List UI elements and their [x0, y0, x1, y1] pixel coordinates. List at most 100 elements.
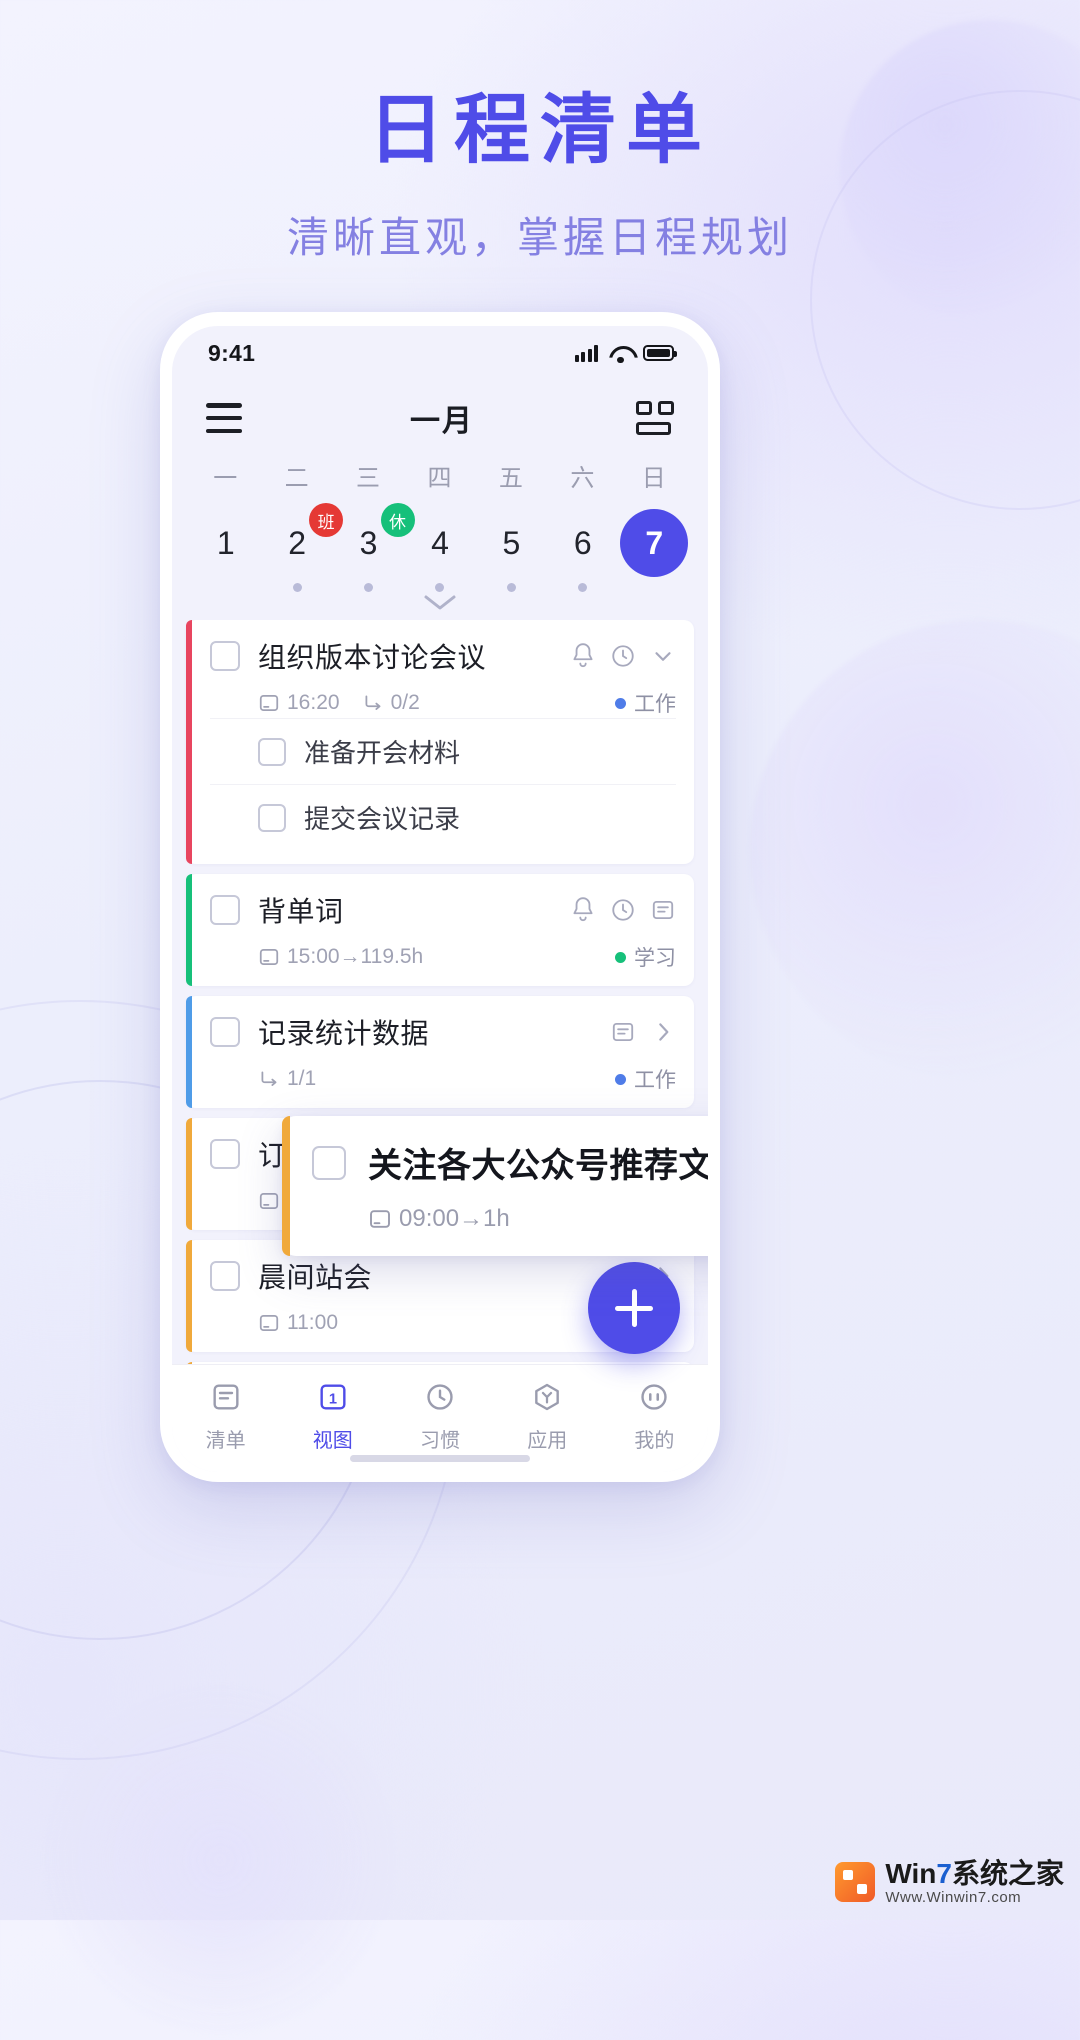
task-item[interactable]: 背单词 15:00→119.5h 学习 — [186, 874, 694, 986]
task-action-icons — [610, 1019, 676, 1045]
weekday-number-wrap: 1 — [190, 507, 261, 579]
day-event-dot — [506, 583, 516, 592]
watermark-url: Www.Winwin7.com — [885, 1888, 1022, 1906]
day-event-dot — [435, 583, 445, 592]
chevron-down-icon[interactable] — [650, 643, 676, 669]
task-checkbox[interactable] — [210, 1017, 240, 1047]
signal-icon — [574, 344, 598, 362]
weekday-number-wrap: 2班 — [261, 503, 344, 579]
day-badge-rest: 休 — [380, 503, 415, 537]
week-day-1[interactable]: 一 1 — [190, 458, 261, 592]
repeat-icon[interactable] — [610, 643, 636, 669]
task-checkbox[interactable] — [210, 641, 240, 671]
task-time: 16:20 — [258, 691, 340, 715]
tab-应用[interactable]: 应用 — [494, 1378, 601, 1453]
bell-icon[interactable] — [570, 642, 596, 670]
subtask-checkbox[interactable] — [258, 737, 286, 766]
tag-color-dot — [615, 1073, 626, 1085]
week-day-4[interactable]: 四 4 — [404, 458, 475, 592]
task-checkbox[interactable] — [312, 1145, 346, 1180]
note-icon[interactable] — [650, 897, 676, 923]
promo-header: 日程清单 清晰直观，掌握日程规划 — [0, 86, 1080, 265]
task-checkbox[interactable] — [210, 1261, 240, 1291]
task-title: 记录统计数据 — [258, 1018, 430, 1049]
status-time: 9:41 — [208, 339, 256, 366]
weekday-number-wrap: 4 — [404, 507, 475, 579]
week-day-6[interactable]: 六 6 — [547, 458, 618, 592]
task-progress: 0/2 — [362, 691, 420, 715]
weekday-label: 一 — [213, 465, 239, 492]
tab-label: 清单 — [205, 1430, 246, 1452]
task-item[interactable]: 记录统计数据 1/1 工作 — [186, 996, 694, 1108]
highlighted-task-meta: 09:00→1h 生活 — [312, 1201, 708, 1236]
task-tag: 工作 — [615, 688, 676, 718]
profile-icon — [638, 1378, 670, 1416]
week-day-2[interactable]: 二 2班 — [261, 458, 344, 592]
tag-color-dot — [615, 697, 626, 709]
note-icon[interactable] — [610, 1019, 636, 1045]
add-task-button[interactable] — [588, 1262, 680, 1354]
week-day-5[interactable]: 五 5 — [476, 458, 547, 592]
bell-icon[interactable] — [570, 896, 596, 924]
tab-label: 视图 — [312, 1430, 353, 1452]
promo-headline: 日程清单 — [368, 88, 712, 173]
expand-calendar-icon[interactable] — [190, 592, 690, 620]
task-title: 组织版本讨论会议 — [258, 642, 487, 673]
task-time: 15:00→119.5h — [258, 945, 423, 969]
chevron-right-icon[interactable] — [650, 1019, 676, 1045]
weekday-number: 3 — [359, 524, 378, 561]
promo-subheadline: 清晰直观，掌握日程规划 — [286, 213, 793, 261]
watermark-text: Win7系统之家 Www.Winwin7.com — [885, 1858, 1064, 1906]
task-progress: 1/1 — [258, 1067, 316, 1091]
week-day-7[interactable]: 日 7 — [619, 458, 690, 592]
tag-color-dot — [615, 951, 626, 963]
repeat-icon[interactable] — [610, 897, 636, 923]
tab-label: 应用 — [527, 1430, 568, 1452]
task-action-icons — [570, 642, 676, 670]
task-tag: 工作 — [615, 1064, 676, 1094]
subtask-item[interactable]: 提交会议记录 — [210, 784, 676, 850]
highlighted-task-card[interactable]: 关注各大公众号推荐文章 09:00→1h 生活 — [282, 1116, 708, 1256]
task-meta: 16:20 0/2 工作 — [210, 688, 676, 718]
apps-icon — [531, 1378, 563, 1416]
calendar-day-icon: 1 — [317, 1378, 349, 1416]
task-time-text: 11:00 — [287, 1311, 338, 1334]
week-day-3[interactable]: 三 3休 — [333, 458, 415, 592]
tab-视图[interactable]: 1 视图 — [279, 1378, 386, 1453]
task-time: 11:00 — [258, 1311, 338, 1335]
battery-icon — [643, 345, 677, 361]
view-switch-icon[interactable] — [636, 401, 674, 435]
weekday-label: 三 — [356, 465, 382, 492]
day-event-dot — [292, 583, 302, 592]
month-title[interactable]: 一月 — [410, 396, 474, 440]
week-strip: 一 1 二 2班 三 3休 四 4 五 5 六 6 日 7 — [172, 456, 708, 620]
clock-icon — [424, 1378, 456, 1416]
svg-text:1: 1 — [329, 1392, 337, 1408]
weekday-number-wrap: 6 — [547, 507, 618, 579]
tab-习惯[interactable]: 习惯 — [386, 1378, 493, 1453]
task-title: 晨间站会 — [258, 1262, 373, 1293]
day-badge-work: 班 — [309, 503, 344, 537]
task-item[interactable]: 取快递 20:00–21:00 — [186, 1362, 694, 1364]
task-action-icons — [570, 896, 676, 924]
hamburger-icon[interactable] — [206, 403, 248, 433]
phone-mockup: 9:41 一月 一 1 二 2班 三 3休 四 4 五 5 六 6 日 7 组织… — [160, 312, 720, 1482]
tab-label: 习惯 — [420, 1430, 460, 1452]
task-tag-text: 工作 — [634, 1069, 676, 1092]
subtask-item[interactable]: 准备开会材料 — [210, 718, 676, 784]
task-checkbox[interactable] — [210, 895, 240, 925]
status-icons — [574, 344, 677, 364]
task-progress-text: 1/1 — [287, 1067, 317, 1090]
tab-我的[interactable]: 我的 — [601, 1378, 708, 1453]
task-tag: 学习 — [615, 942, 676, 972]
task-meta: 1/1 工作 — [210, 1064, 676, 1094]
task-checkbox[interactable] — [210, 1139, 240, 1169]
highlighted-task-title: 关注各大公众号推荐文章 — [368, 1147, 708, 1185]
list-icon — [210, 1378, 242, 1416]
tab-清单[interactable]: 清单 — [172, 1378, 279, 1453]
task-item[interactable]: 组织版本讨论会议 16:20 0/2 工作 准备开会材料 提交会议记录 — [186, 620, 694, 864]
subtask-checkbox[interactable] — [258, 803, 286, 832]
weekday-number: 2 — [288, 524, 307, 561]
task-main: 组织版本讨论会议 — [210, 636, 676, 676]
task-time-text: 15:00→119.5h — [287, 945, 424, 968]
